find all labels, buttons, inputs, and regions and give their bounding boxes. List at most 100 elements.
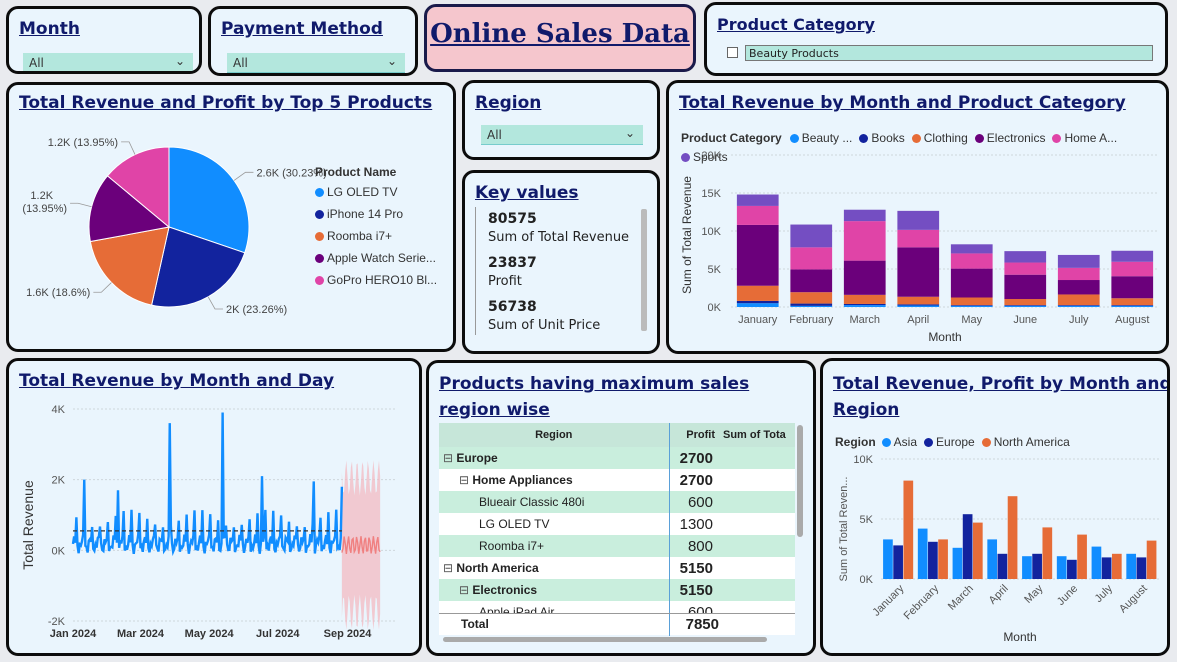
collapse-icon[interactable]: ⊟ [459, 473, 472, 487]
stacked-bar-segment[interactable] [1057, 267, 1100, 281]
month-dropdown[interactable]: All ⌄ [23, 53, 193, 71]
matrix-row[interactable]: Blueair Classic 480i 600 [439, 491, 795, 513]
checkbox-icon[interactable] [727, 47, 738, 58]
stacked-bar-segment[interactable] [1057, 294, 1100, 306]
cluster-bar[interactable] [1091, 546, 1102, 579]
stacked-bar-segment[interactable] [950, 305, 993, 307]
stacked-bar-segment[interactable] [790, 303, 833, 306]
cluster-bar[interactable] [893, 545, 903, 579]
cluster-bar[interactable] [997, 553, 1008, 579]
revenue-line[interactable] [71, 412, 344, 557]
stacked-bar-segment[interactable] [736, 303, 779, 307]
stacked-bar-segment[interactable] [790, 224, 833, 248]
stacked-bar-segment[interactable] [1004, 299, 1047, 306]
stacked-bar-segment[interactable] [1004, 305, 1047, 306]
stacked-bar-segment[interactable] [897, 229, 940, 248]
stacked-bar-segment[interactable] [736, 205, 779, 225]
pie-legend-item[interactable]: iPhone 14 Pro [315, 207, 437, 221]
cluster-bar[interactable] [938, 539, 948, 579]
stacked-bar-segment[interactable] [790, 269, 833, 293]
cluster-bar[interactable] [1067, 559, 1077, 579]
stacked-legend-item[interactable]: Home A... [1052, 131, 1117, 145]
stacked-bar-segment[interactable] [843, 221, 886, 261]
stacked-bar-segment[interactable] [950, 268, 993, 298]
col-profit[interactable]: Profit [668, 423, 719, 447]
stacked-bar-segment[interactable] [843, 209, 886, 222]
stacked-bar-segment[interactable] [1004, 251, 1047, 263]
stacked-bar-segment[interactable] [897, 247, 940, 297]
stacked-bar-segment[interactable] [897, 304, 940, 306]
pie-legend-item[interactable]: Roomba i7+ [315, 229, 437, 243]
pie-legend-item[interactable]: LG OLED TV [315, 185, 437, 199]
stacked-bar-segment[interactable] [790, 292, 833, 304]
stacked-legend-item[interactable]: Electronics [974, 131, 1045, 145]
collapse-icon[interactable]: ⊟ [443, 451, 456, 465]
stacked-bar-segment[interactable] [790, 305, 833, 307]
stacked-bar-segment[interactable] [1111, 305, 1154, 306]
stacked-bar-segment[interactable] [1057, 280, 1100, 295]
horizontal-scrollbar[interactable] [443, 637, 767, 642]
stacked-bar-segment[interactable] [736, 224, 779, 286]
cluster-bar[interactable] [1111, 553, 1122, 579]
stacked-bar-segment[interactable] [1111, 305, 1154, 307]
stacked-bar-segment[interactable] [1004, 305, 1047, 307]
cluster-bar[interactable] [952, 547, 963, 579]
stacked-bar-segment[interactable] [1111, 276, 1154, 299]
category-item[interactable]: Beauty Products [727, 45, 1157, 61]
cluster-legend-item[interactable]: Asia [881, 435, 917, 449]
stacked-bar-segment[interactable] [843, 303, 886, 306]
cluster-legend-item[interactable]: North America [981, 435, 1070, 449]
matrix-row[interactable]: LG OLED TV 1300 [439, 513, 795, 535]
matrix-row[interactable]: ⊟ North America 5150 [439, 557, 795, 579]
cluster-bar[interactable] [917, 528, 928, 579]
cluster-bar[interactable] [1101, 557, 1112, 579]
matrix-row[interactable]: ⊟ Home Appliances 2700 [439, 469, 795, 491]
cluster-bar[interactable] [903, 480, 914, 579]
cluster-bar[interactable] [928, 541, 938, 579]
cluster-bar[interactable] [1077, 534, 1087, 579]
stacked-bar-segment[interactable] [950, 244, 993, 254]
matrix-row[interactable]: ⊟ Electronics 5150 [439, 579, 795, 601]
cluster-bar[interactable] [987, 539, 998, 579]
collapse-icon[interactable]: ⊟ [443, 561, 456, 575]
stacked-bar-segment[interactable] [897, 210, 940, 230]
vertical-scrollbar[interactable] [797, 425, 803, 537]
region-dropdown[interactable]: All ⌄ [481, 125, 643, 145]
stacked-legend-item[interactable]: Clothing [911, 131, 968, 145]
stacked-bar-segment[interactable] [1057, 305, 1100, 306]
stacked-bar-segment[interactable] [843, 260, 886, 295]
cluster-bar[interactable] [1136, 557, 1147, 579]
matrix-row[interactable]: ⊟ Europe 2700 [439, 447, 795, 469]
cluster-bar[interactable] [1007, 496, 1018, 579]
payment-dropdown[interactable]: All ⌄ [227, 53, 405, 73]
stacked-bar-segment[interactable] [1111, 250, 1154, 262]
cluster-bar[interactable] [1022, 556, 1032, 579]
stacked-bar-segment[interactable] [1057, 305, 1100, 307]
stacked-bar-segment[interactable] [950, 297, 993, 306]
cluster-bar[interactable] [1032, 553, 1042, 579]
stacked-bar-segment[interactable] [1111, 298, 1154, 306]
stacked-bar-segment[interactable] [1057, 254, 1100, 268]
stacked-legend-item[interactable]: Books [859, 131, 905, 145]
cluster-bar[interactable] [972, 522, 983, 579]
stacked-bar-segment[interactable] [897, 296, 940, 305]
cluster-bar[interactable] [883, 539, 893, 579]
col-total[interactable]: Sum of Tota [719, 423, 795, 447]
pie-legend-item[interactable]: Apple Watch Serie... [315, 251, 437, 265]
stacked-legend-item[interactable]: Beauty ... [789, 131, 852, 145]
cluster-bar[interactable] [962, 514, 973, 579]
col-region[interactable]: Region [439, 423, 669, 447]
stacked-bar-segment[interactable] [736, 285, 779, 301]
stacked-bar-segment[interactable] [1004, 262, 1047, 275]
stacked-bar-segment[interactable] [950, 305, 993, 306]
stacked-bar-segment[interactable] [950, 253, 993, 269]
cluster-bar[interactable] [1146, 540, 1157, 579]
stacked-bar-segment[interactable] [736, 300, 779, 304]
stacked-bar-segment[interactable] [736, 194, 779, 206]
cluster-bar[interactable] [1126, 553, 1137, 579]
stacked-bar-segment[interactable] [843, 305, 886, 307]
cluster-legend-item[interactable]: Europe [924, 435, 975, 449]
collapse-icon[interactable]: ⊟ [459, 583, 472, 597]
scrollbar[interactable] [641, 209, 647, 331]
cluster-bar[interactable] [1056, 556, 1067, 579]
